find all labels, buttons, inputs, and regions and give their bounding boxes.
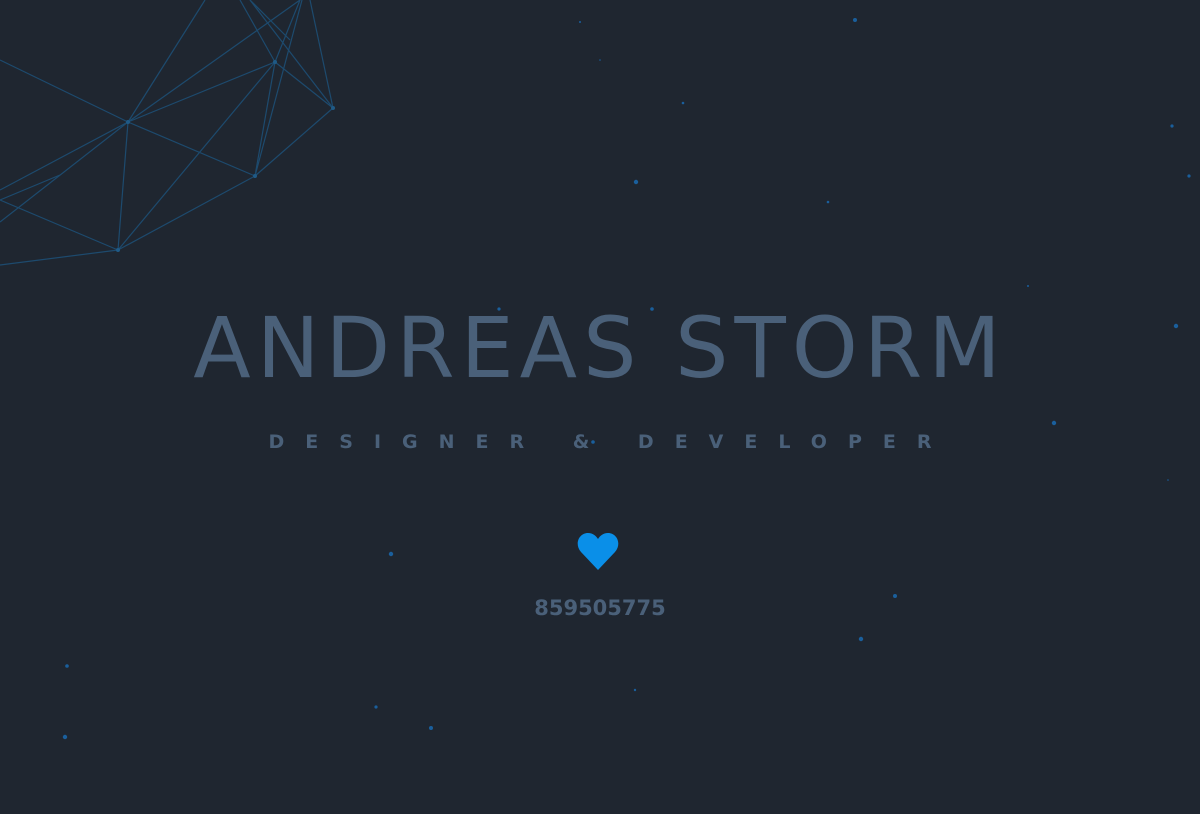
tagline: DESIGNER & DEVELOPER <box>268 431 953 453</box>
network-background <box>0 0 1191 740</box>
landing-page: ANDREAS STORM DESIGNER & DEVELOPER 85950… <box>0 0 1200 814</box>
page-title: ANDREAS STORM <box>193 299 1007 397</box>
like-count: 859505775 <box>534 596 666 620</box>
heart-icon <box>577 533 619 570</box>
like-button[interactable] <box>576 530 620 572</box>
polygon-mesh-decoration <box>0 0 334 266</box>
